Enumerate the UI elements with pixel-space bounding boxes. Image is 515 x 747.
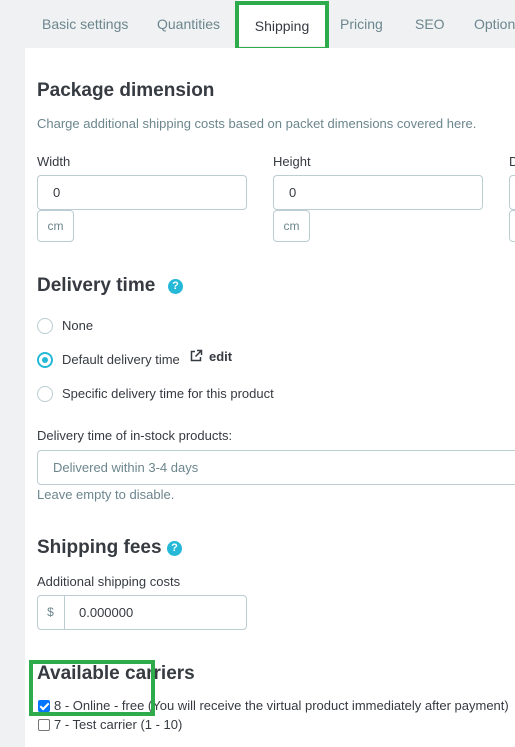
radio-default-delivery[interactable] <box>37 352 53 368</box>
instock-delivery-label: Delivery time of in-stock products: <box>37 428 233 443</box>
shipping-fees-help-icon[interactable]: ? <box>167 541 182 556</box>
currency-addon: $ <box>37 595 65 630</box>
additional-shipping-costs-label: Additional shipping costs <box>37 574 181 589</box>
package-dimension-description: Charge additional shipping costs based o… <box>37 116 477 131</box>
tab-shipping-label: Shipping <box>254 18 310 34</box>
delivery-time-title: Delivery time <box>37 275 156 296</box>
tab-pricing[interactable]: Pricing <box>340 16 383 32</box>
radio-specific-delivery[interactable] <box>37 386 53 402</box>
package-dimension-title: Package dimension <box>37 80 215 101</box>
carrier-label-online-free: 8 - Online - free (You will receive the … <box>54 698 509 713</box>
tab-bar: Basic settings Quantities Shipping Prici… <box>0 0 515 48</box>
width-input[interactable]: 0 <box>37 175 247 210</box>
carrier-checkbox-online-free[interactable] <box>38 700 50 712</box>
external-link-icon[interactable] <box>189 349 203 363</box>
shipping-fees-title: Shipping fees <box>37 537 162 558</box>
height-unit: cm <box>273 210 310 242</box>
instock-delivery-input[interactable]: Delivered within 3-4 days <box>37 450 515 485</box>
depth-unit <box>509 210 515 242</box>
carrier-label-test-carrier: 7 - Test carrier (1 - 10) <box>54 717 183 732</box>
height-label: Height <box>273 154 311 169</box>
radio-none[interactable] <box>37 318 53 334</box>
tab-options[interactable]: Options <box>474 16 515 32</box>
radio-none-label: None <box>62 318 94 333</box>
tab-shipping[interactable]: Shipping <box>238 0 326 46</box>
shipping-panel: Package dimension Charge additional ship… <box>25 48 515 747</box>
depth-input[interactable] <box>509 175 515 210</box>
carrier-checkbox-test-carrier[interactable] <box>38 719 50 731</box>
additional-shipping-costs-input[interactable]: 0.000000 <box>37 595 247 630</box>
edit-delivery-link[interactable]: edit <box>209 349 232 364</box>
tab-seo[interactable]: SEO <box>415 16 445 32</box>
available-carriers-title: Available carriers <box>37 663 195 684</box>
width-label: Width <box>37 154 71 169</box>
tab-basic-settings[interactable]: Basic settings <box>42 16 128 32</box>
delivery-time-help-icon[interactable]: ? <box>168 279 183 294</box>
width-unit: cm <box>37 210 74 242</box>
radio-default-delivery-label: Default delivery time <box>62 352 180 367</box>
tab-quantities[interactable]: Quantities <box>157 16 220 32</box>
radio-specific-delivery-label: Specific delivery time for this product <box>62 386 274 401</box>
depth-label: D <box>509 154 515 169</box>
height-input[interactable]: 0 <box>273 175 483 210</box>
instock-delivery-hint: Leave empty to disable. <box>37 487 175 502</box>
